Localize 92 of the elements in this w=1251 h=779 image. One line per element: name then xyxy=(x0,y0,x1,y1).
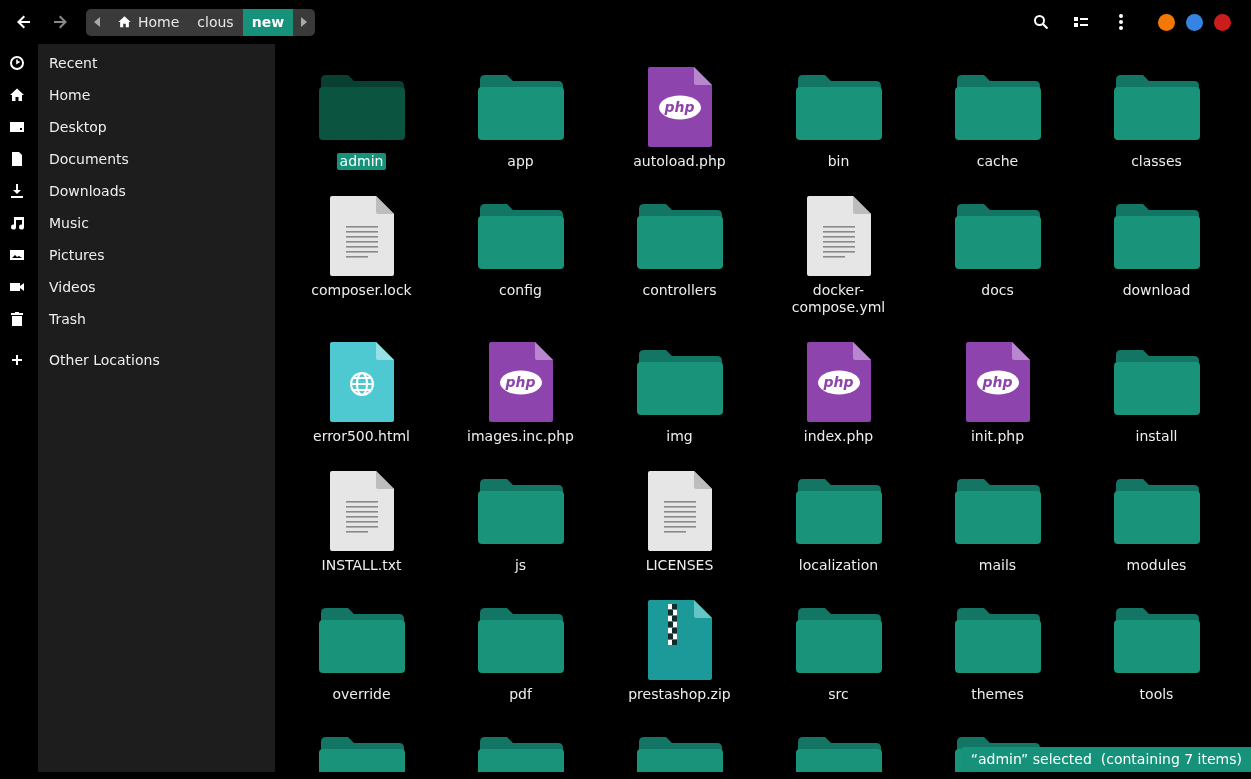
folder-icon[interactable] xyxy=(477,74,564,140)
folder-icon[interactable] xyxy=(954,74,1041,140)
file-name[interactable]: docs xyxy=(978,282,1017,299)
folder-icon[interactable] xyxy=(318,607,405,673)
file-name[interactable]: app xyxy=(504,153,537,170)
php-file-icon[interactable] xyxy=(647,67,712,147)
path-button[interactable]: clous xyxy=(188,8,243,36)
php-file-icon[interactable] xyxy=(488,342,553,422)
file-name[interactable]: tools xyxy=(1136,686,1177,703)
sidebar-item[interactable]: Documents xyxy=(38,151,129,167)
selection-status-toast: “admin” selected (containing 7 items) xyxy=(960,747,1251,772)
folder-icon[interactable] xyxy=(954,607,1041,673)
file-name[interactable]: INSTALL.txt xyxy=(318,557,405,574)
file-name[interactable]: autoload.php xyxy=(630,153,729,170)
folder-icon[interactable] xyxy=(636,203,723,269)
file-name[interactable]: init.php xyxy=(967,428,1028,445)
left-caret-icon[interactable] xyxy=(94,17,100,27)
folder-icon[interactable] xyxy=(1113,478,1200,544)
sidebar-item[interactable]: Trash xyxy=(38,311,86,327)
music-note-icon[interactable] xyxy=(9,215,25,231)
image-icon[interactable] xyxy=(9,247,25,263)
sidebar-item[interactable]: Downloads xyxy=(38,183,126,199)
sidebar-item[interactable]: Desktop xyxy=(38,119,107,135)
file-name[interactable]: error500.html xyxy=(310,428,413,445)
plus-icon[interactable] xyxy=(9,352,25,368)
file-name[interactable]: mails xyxy=(975,557,1020,574)
folder-icon[interactable] xyxy=(795,74,882,140)
sidebar-item[interactable]: Home xyxy=(38,87,91,103)
left-arrow-icon xyxy=(16,14,32,30)
file-name[interactable]: images.inc.php xyxy=(464,428,577,445)
path-button[interactable]: new xyxy=(242,8,294,36)
folder-icon[interactable] xyxy=(636,349,723,415)
window-control-button[interactable] xyxy=(1186,13,1203,31)
file-name[interactable]: src xyxy=(825,686,852,703)
globe-file-icon[interactable] xyxy=(329,342,394,422)
file-name[interactable]: themes xyxy=(968,686,1027,703)
window-control-button[interactable] xyxy=(1214,13,1231,31)
window-control-button[interactable] xyxy=(1158,13,1175,31)
text-file-icon[interactable] xyxy=(806,196,871,276)
trash-icon[interactable] xyxy=(9,311,25,327)
text-file-icon[interactable] xyxy=(329,471,394,551)
text-file-icon[interactable] xyxy=(647,471,712,551)
folder-icon[interactable] xyxy=(954,203,1041,269)
folder-icon[interactable] xyxy=(795,607,882,673)
php-file-icon[interactable] xyxy=(806,342,871,422)
zip-file-icon[interactable] xyxy=(647,600,712,680)
folder-icon[interactable] xyxy=(477,203,564,269)
folder-icon[interactable] xyxy=(1113,607,1200,673)
file-name[interactable]: cache xyxy=(973,153,1022,170)
clock-icon[interactable] xyxy=(9,55,25,71)
sidebar-item[interactable]: Videos xyxy=(38,279,96,295)
file-name[interactable]: install xyxy=(1132,428,1181,445)
folder-icon[interactable] xyxy=(795,478,882,544)
file-name[interactable]: override xyxy=(329,686,394,703)
list-view-icon xyxy=(1073,15,1089,29)
file-name[interactable]: js xyxy=(511,557,530,574)
right-arrow-icon xyxy=(52,14,68,30)
file-name[interactable]: prestashop.zip xyxy=(625,686,734,703)
search-icon xyxy=(1033,14,1049,30)
php-file-icon[interactable] xyxy=(965,342,1030,422)
right-caret-icon[interactable] xyxy=(301,17,308,27)
document-icon[interactable] xyxy=(9,151,25,167)
folder-icon[interactable] xyxy=(477,478,564,544)
file-name[interactable]: controllers xyxy=(639,282,720,299)
text-file-icon[interactable] xyxy=(329,196,394,276)
menu-icon xyxy=(1118,13,1124,31)
path-button[interactable]: Home xyxy=(108,8,189,36)
sidebar-item[interactable]: Recent xyxy=(38,55,98,71)
file-name[interactable]: img xyxy=(663,428,696,445)
file-name[interactable]: index.php xyxy=(800,428,877,445)
folder-icon[interactable] xyxy=(1113,349,1200,415)
file-name[interactable]: download xyxy=(1119,282,1194,299)
file-name[interactable]: docker-compose.yml xyxy=(770,282,907,316)
sidebar-item[interactable]: Pictures xyxy=(38,247,105,263)
folder-icon[interactable] xyxy=(954,478,1041,544)
file-name[interactable]: bin xyxy=(824,153,853,170)
folder-icon[interactable] xyxy=(1113,203,1200,269)
file-name[interactable]: pdf xyxy=(506,686,535,703)
file-name[interactable]: admin xyxy=(336,153,387,170)
home-icon[interactable] xyxy=(9,87,25,103)
file-name[interactable]: classes xyxy=(1128,153,1185,170)
folder-icon[interactable] xyxy=(1113,74,1200,140)
file-name[interactable]: composer.lock xyxy=(308,282,415,299)
download-icon[interactable] xyxy=(9,183,25,199)
sidebar-item[interactable]: Music xyxy=(38,215,89,231)
sidebar-item[interactable]: Other Locations xyxy=(38,352,160,368)
file-name[interactable]: config xyxy=(496,282,545,299)
file-name[interactable]: modules xyxy=(1123,557,1190,574)
file-name[interactable]: LICENSES xyxy=(642,557,717,574)
desktop-icon[interactable] xyxy=(9,119,25,135)
file-name[interactable]: localization xyxy=(795,557,882,574)
folder-icon[interactable] xyxy=(477,607,564,673)
